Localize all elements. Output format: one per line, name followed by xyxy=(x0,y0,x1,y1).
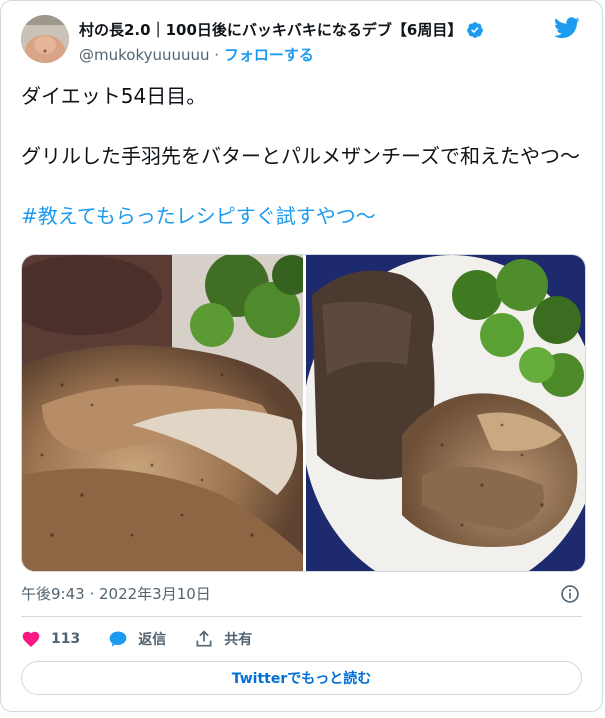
action-bar: 113 返信 共有 xyxy=(21,625,280,653)
tweet-line-1: ダイエット54日目。 xyxy=(21,84,207,108)
tweet-header: 村の長2.0｜100日後にバッキバキになるデブ【6周目】 @mukokyuuuu… xyxy=(21,15,586,65)
divider xyxy=(21,616,582,617)
avatar-photo xyxy=(21,15,69,63)
food-photos xyxy=(22,255,585,571)
timestamp-row: 午後9:43 · 2022年3月10日 xyxy=(21,583,582,605)
embedded-tweet-card: 村の長2.0｜100日後にバッキバキになるデブ【6周目】 @mukokyuuuu… xyxy=(0,0,603,712)
avatar[interactable] xyxy=(21,15,69,63)
author-handle[interactable]: @mukokyuuuuuu xyxy=(79,46,210,64)
like-button[interactable]: 113 xyxy=(21,629,80,649)
twitter-bird-icon[interactable] xyxy=(554,17,580,39)
tweet-text: ダイエット54日目。 グリルした手羽先をバターとパルメザンチーズで和えたやつ〜 … xyxy=(21,81,581,231)
verified-badge-icon xyxy=(467,21,484,38)
reply-button[interactable]: 返信 xyxy=(108,629,166,649)
share-button[interactable]: 共有 xyxy=(194,629,252,649)
handle-separator: · xyxy=(209,46,224,64)
photo-right xyxy=(302,255,585,571)
author-display-name[interactable]: 村の長2.0｜100日後にバッキバキになるデブ【6周目】 xyxy=(79,19,462,40)
share-label: 共有 xyxy=(224,632,253,648)
heart-icon xyxy=(22,631,40,647)
tweet-media[interactable] xyxy=(21,254,586,572)
tweet-line-2: グリルした手羽先をバターとパルメザンチーズで和えたやつ〜 xyxy=(21,144,580,168)
share-icon xyxy=(196,630,212,647)
hashtag-link[interactable]: #教えてもらったレシピすぐ試すやつ〜 xyxy=(21,201,581,231)
reply-label: 返信 xyxy=(138,632,167,648)
follow-button[interactable]: フォローする xyxy=(224,46,314,64)
like-count: 113 xyxy=(51,631,81,647)
info-icon[interactable] xyxy=(560,584,580,604)
timestamp-link[interactable]: 午後9:43 · 2022年3月10日 xyxy=(21,585,211,603)
photo-left xyxy=(22,255,312,571)
reply-bubble-icon xyxy=(109,631,127,647)
author-block: 村の長2.0｜100日後にバッキバキになるデブ【6周目】 @mukokyuuuu… xyxy=(79,19,536,65)
read-more-button[interactable]: Twitterでもっと読む xyxy=(21,661,582,695)
